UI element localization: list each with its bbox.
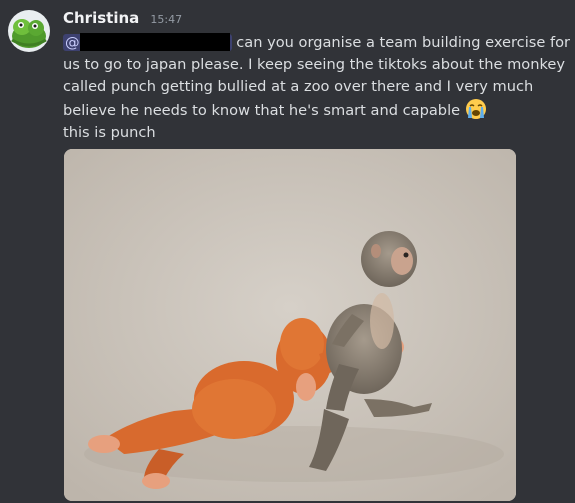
user-avatar[interactable] — [8, 10, 50, 52]
image-attachment[interactable] — [64, 149, 516, 501]
timestamp[interactable]: 15:47 — [150, 13, 182, 26]
message-header: Christina 15:47 — [63, 8, 182, 30]
chat-message: Christina 15:47 @ can you organise a tea… — [0, 0, 575, 503]
monkey-with-plush-toy-image — [64, 149, 516, 501]
loudly-crying-face-emoji-icon — [465, 98, 487, 120]
user-mention[interactable]: @ — [63, 33, 232, 51]
username[interactable]: Christina — [63, 9, 139, 27]
message-text-second: this is punch — [63, 124, 156, 141]
avatar-image — [8, 10, 50, 52]
message-content: @ can you organise a team building exerc… — [63, 32, 571, 122]
mention-symbol: @ — [65, 34, 80, 51]
redacted-username — [79, 33, 230, 51]
